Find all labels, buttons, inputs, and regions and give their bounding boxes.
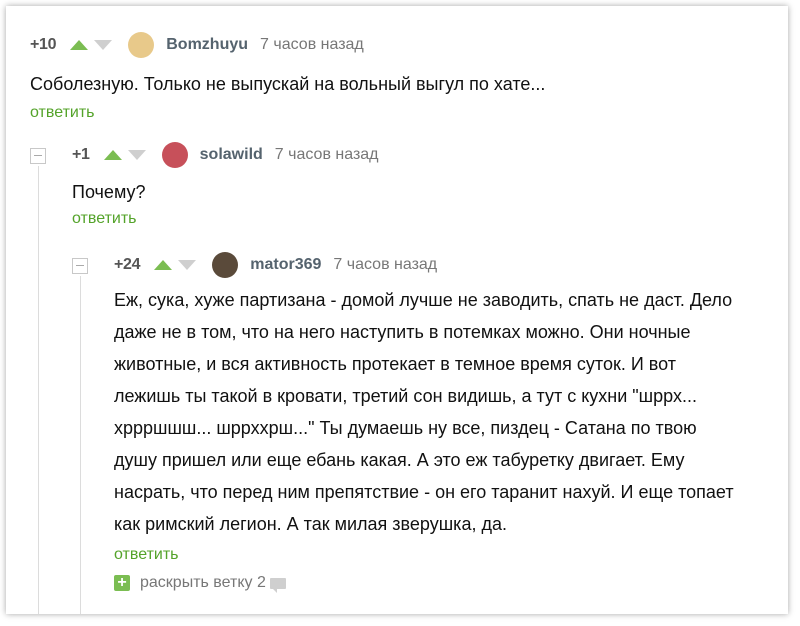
comment-header: +1 solawild 7 часов назад [72,142,772,168]
reply-link[interactable]: ответить [30,104,770,122]
text-line: насрать, что перед ним препятствие - он … [114,482,734,502]
text-line: душу пришел или еще ебань какая. А это е… [114,450,685,470]
comment-thread: +10 Bomzhuyu 7 часов назад Соболезную. Т… [6,6,788,614]
rating: +1 [72,146,90,163]
comment-text: Еж, сука, хуже партизана - домой лучше н… [114,284,784,540]
timestamp: 7 часов назад [333,256,438,273]
comment-3: +24 mator369 7 часов назад Еж, сука, хуж… [114,252,784,564]
thread-line [80,276,81,614]
reply-link[interactable]: ответить [114,546,784,564]
thread-line [38,166,39,614]
upvote-arrow-icon[interactable] [103,150,122,160]
collapse-icon[interactable] [72,258,88,274]
username[interactable]: solawild [200,146,263,164]
rating: +10 [30,36,57,53]
timestamp: 7 часов назад [260,36,364,53]
avatar[interactable] [212,252,239,278]
comment-2: +1 solawild 7 часов назад Почему? ответи… [72,142,772,228]
comment-header: +24 mator369 7 часов назад [114,252,784,278]
downvote-arrow-icon[interactable] [94,40,113,50]
avatar[interactable] [128,32,155,58]
comment-icon [269,577,286,593]
username[interactable]: Bomzhuyu [166,36,248,54]
collapse-icon[interactable] [30,148,46,164]
text-line: Еж, сука, хуже партизана - домой лучше н… [114,290,733,310]
text-line: даже не в том, что на него наступить в п… [114,322,691,342]
text-line: как римский легион. А так милая зверушка… [114,514,507,534]
expand-label: раскрыть ветку 2 [140,574,266,591]
text-line: лежишь ты такой в кровати, третий сон ви… [114,386,697,406]
text-line: хррршшш... шррхxрш..." Ты думаешь ну все… [114,418,697,438]
comment-text: Почему? [72,182,146,202]
upvote-arrow-icon[interactable] [70,40,89,50]
timestamp: 7 часов назад [274,146,379,163]
avatar[interactable] [161,142,188,168]
downvote-arrow-icon[interactable] [127,150,146,160]
expand-icon: + [114,575,130,591]
rating: +24 [114,256,141,273]
comment-1: +10 Bomzhuyu 7 часов назад Соболезную. Т… [30,32,770,122]
downvote-arrow-icon[interactable] [178,260,197,270]
comment-text: Соболезную. Только не выпускай на вольны… [30,74,546,94]
expand-thread-button[interactable]: + раскрыть ветку 2 [114,574,286,593]
text-line: животные, и вся активность протекает в т… [114,354,677,374]
reply-link[interactable]: ответить [72,210,772,228]
comment-header: +10 Bomzhuyu 7 часов назад [30,32,770,58]
upvote-arrow-icon[interactable] [154,260,173,270]
username[interactable]: mator369 [250,256,321,274]
